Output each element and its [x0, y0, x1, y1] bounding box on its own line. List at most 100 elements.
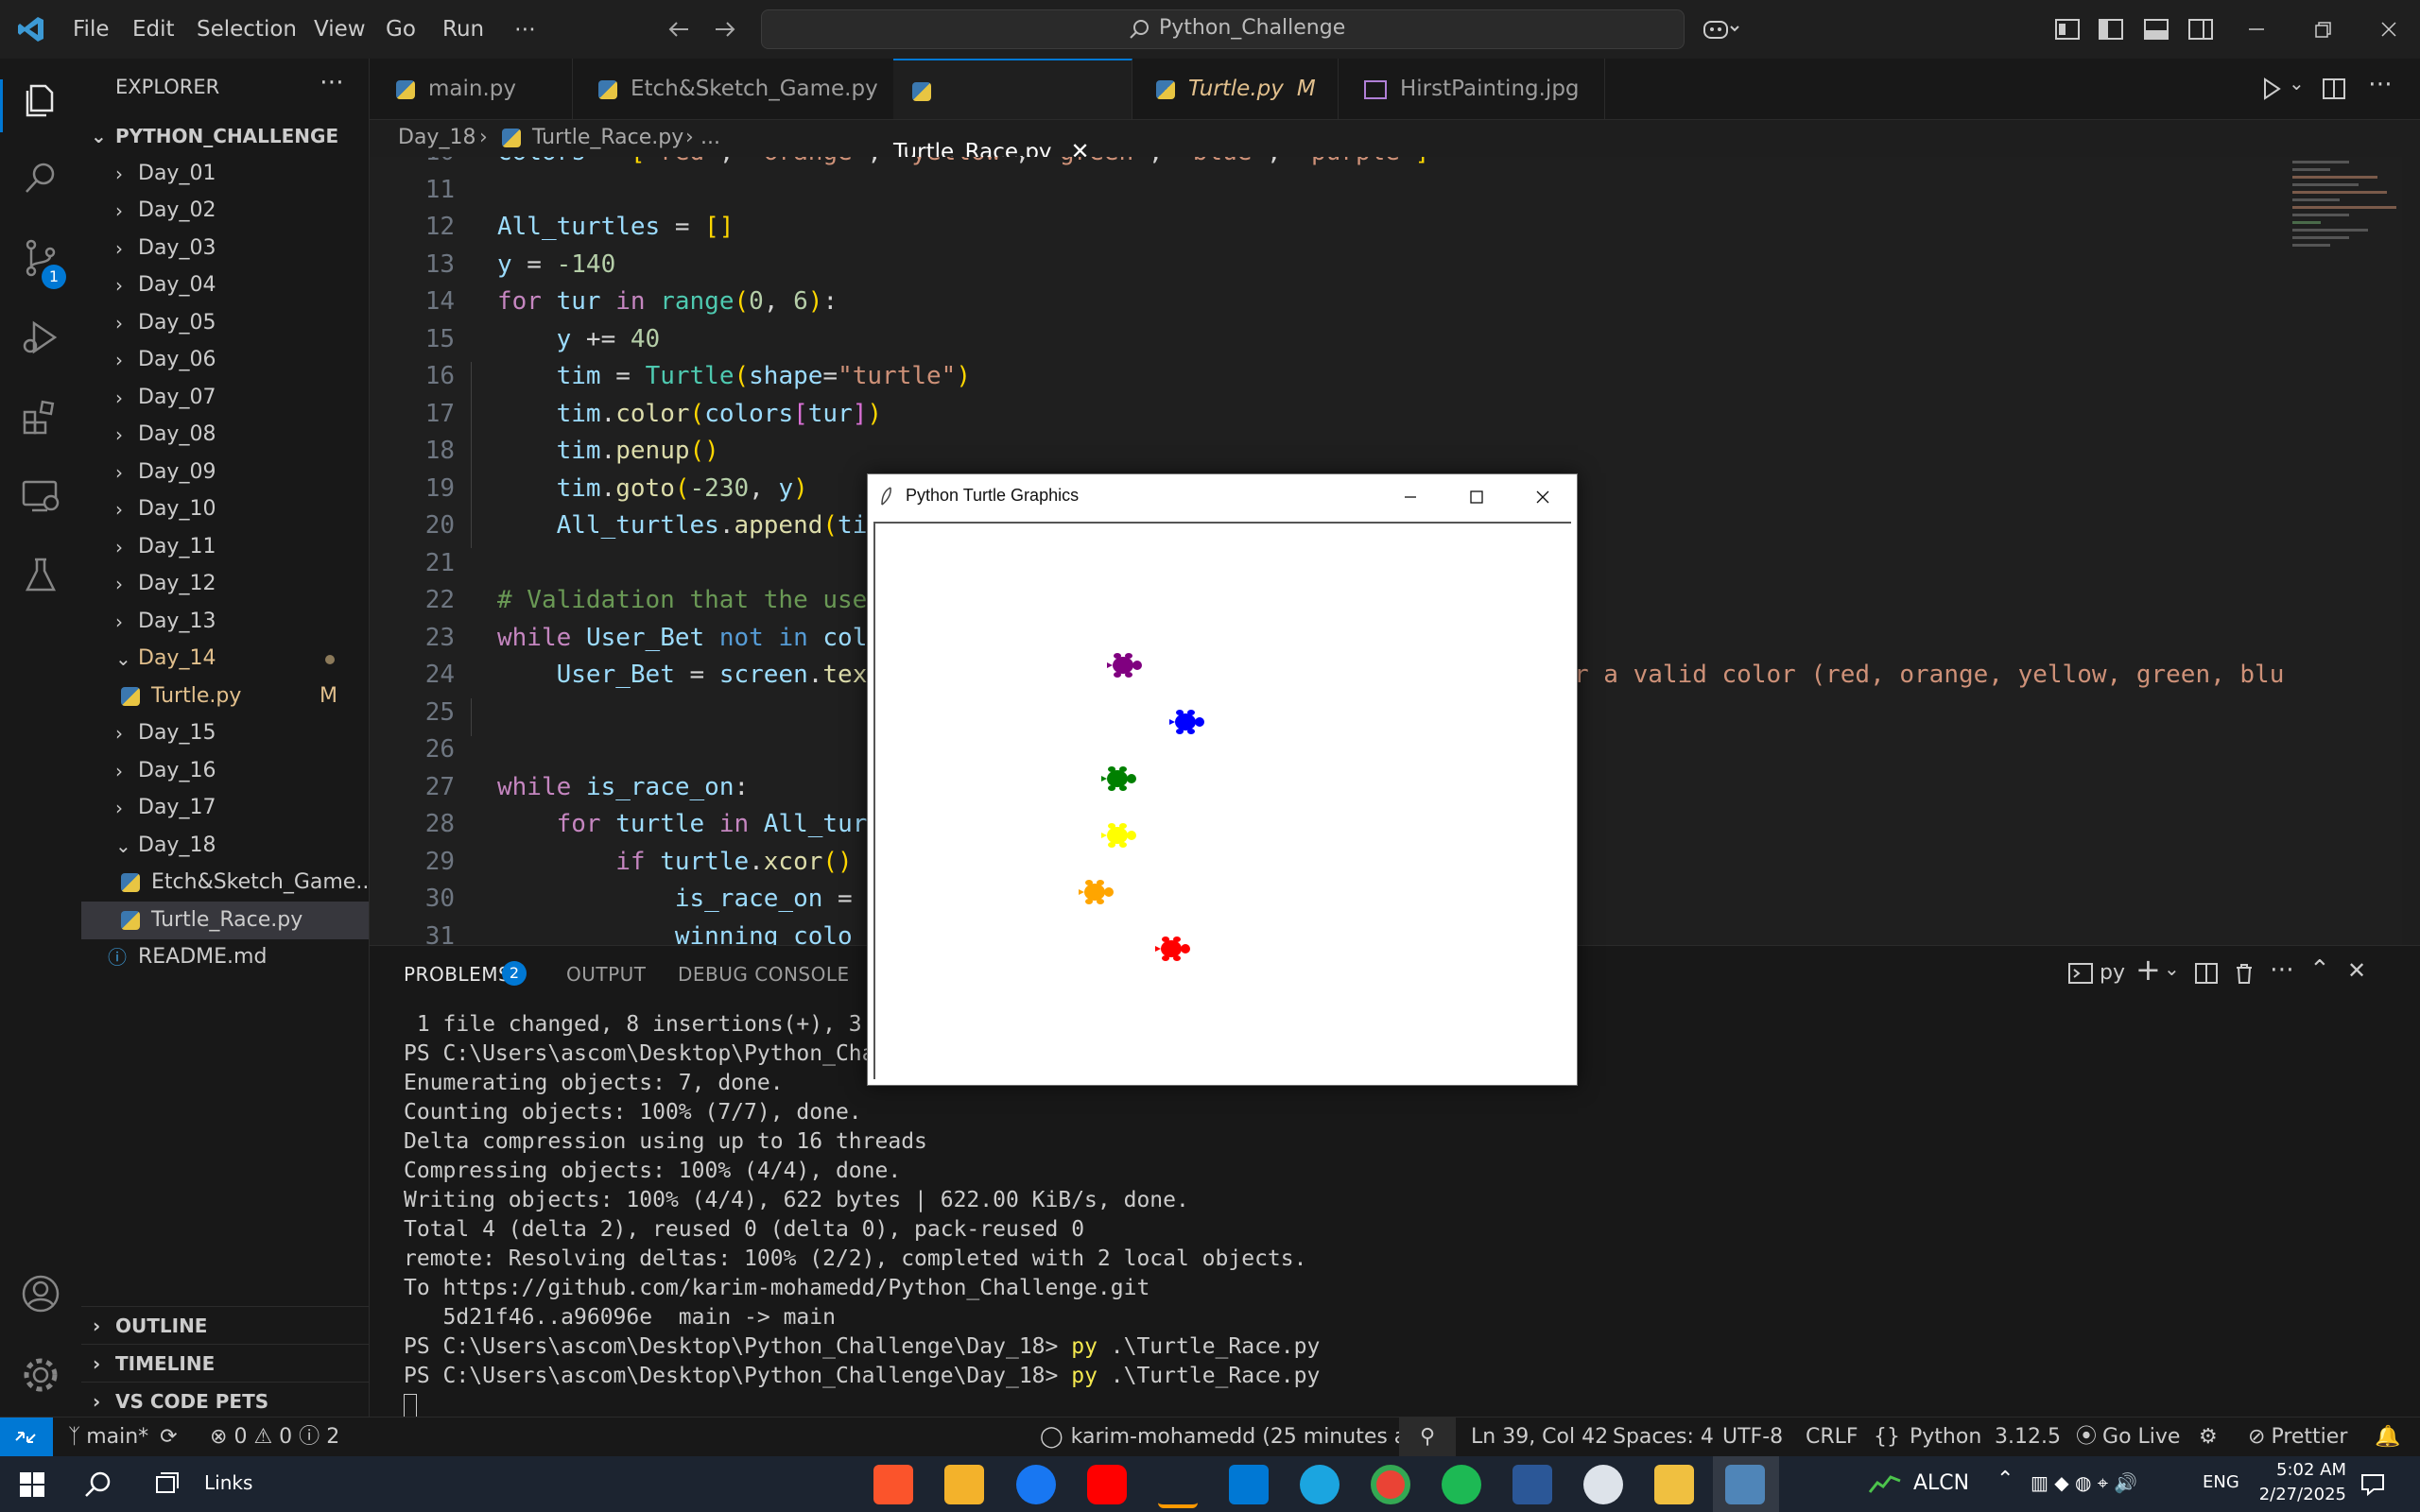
timeline-section[interactable]: › TIMELINE	[81, 1344, 369, 1383]
menu-selection[interactable]: Selection	[197, 0, 297, 59]
taskbar-search-icon[interactable]	[83, 1469, 113, 1500]
menu-more[interactable]: ⋯	[514, 0, 536, 59]
minimap[interactable]	[2289, 157, 2402, 945]
tab-turtle-py[interactable]: Turtle.py M	[1132, 59, 1339, 119]
facebook-icon[interactable]	[1016, 1465, 1056, 1504]
terminal-cursor[interactable]	[404, 1394, 417, 1418]
run-debug-icon[interactable]	[19, 316, 62, 359]
command-center-search[interactable]: Python_Challenge	[761, 9, 1685, 49]
outline-section[interactable]: › OUTLINE	[81, 1306, 369, 1345]
breadcrumb-file[interactable]: Turtle_Race.py	[532, 119, 683, 157]
close-window-icon[interactable]	[2375, 15, 2403, 43]
panel-more-icon[interactable]: ⋯	[2270, 955, 2294, 984]
folder-day-05[interactable]: › Day_05	[81, 304, 369, 342]
extensions-icon[interactable]	[19, 395, 62, 438]
language-mode[interactable]: {} Python	[1874, 1418, 1981, 1457]
terminal-shell-label[interactable]: py	[2100, 961, 2125, 985]
python-version[interactable]: 3.12.5	[1995, 1418, 2061, 1457]
trash-icon[interactable]	[2232, 961, 2256, 986]
turtle-window-titlebar[interactable]: Python Turtle Graphics	[868, 474, 1577, 520]
copilot-icon[interactable]	[1702, 15, 1739, 43]
tab-output[interactable]: OUTPUT	[566, 963, 647, 986]
folder-day-09[interactable]: › Day_09	[81, 454, 369, 491]
close-panel-icon[interactable]: ✕	[2347, 957, 2366, 984]
restore-icon[interactable]	[2308, 15, 2337, 43]
windows-start-icon[interactable]	[19, 1471, 45, 1498]
tab-problems[interactable]: PROBLEMS	[404, 963, 510, 986]
folder-day-17[interactable]: › Day_17	[81, 789, 369, 827]
tab-debug-console[interactable]: DEBUG CONSOLE	[678, 963, 850, 986]
clock-time[interactable]: 5:02 AM	[2252, 1460, 2346, 1480]
prettier-status[interactable]: ⊘ Prettier	[2248, 1418, 2347, 1457]
maximize-panel-chevron-icon[interactable]: ⌃	[2309, 955, 2330, 984]
git-branch[interactable]: ᛉ main* ⟳	[68, 1418, 178, 1457]
new-terminal-plus-icon[interactable]: +	[2135, 952, 2161, 988]
forward-arrow-icon[interactable]	[711, 15, 739, 43]
microsoft-store-icon[interactable]	[944, 1465, 984, 1504]
go-live[interactable]: ⦿ Go Live	[2076, 1418, 2180, 1457]
toggle-panel-icon[interactable]	[2142, 15, 2170, 43]
folder-day-07[interactable]: › Day_07	[81, 379, 369, 417]
file-explorer-icon[interactable]	[1654, 1465, 1694, 1504]
zoom-search-icon[interactable]: ⚲	[1399, 1418, 1456, 1457]
notification-center-icon[interactable]	[2360, 1471, 2386, 1498]
folder-day-18[interactable]: ⌄ Day_18	[81, 827, 369, 865]
input-language[interactable]: ENG	[2203, 1472, 2239, 1492]
app-icon[interactable]	[1583, 1465, 1623, 1504]
folder-day-11[interactable]: › Day_11	[81, 528, 369, 566]
folder-day-10[interactable]: › Day_10	[81, 490, 369, 528]
breadcrumb-folder[interactable]: Day_18	[398, 119, 475, 157]
toggle-secondary-sidebar-icon[interactable]	[2187, 15, 2215, 43]
youtube-icon[interactable]	[1087, 1465, 1127, 1504]
breadcrumb-symbol[interactable]: ...	[700, 119, 720, 157]
minimize-icon[interactable]	[2242, 15, 2271, 43]
tab-main-py[interactable]: main.py	[370, 59, 573, 119]
git-blame[interactable]: ◯ karim-mohamedd (25 minutes ago)	[1040, 1418, 1441, 1457]
vscode-taskbar-icon[interactable]	[1229, 1465, 1269, 1504]
back-arrow-icon[interactable]	[665, 15, 693, 43]
account-icon[interactable]	[19, 1272, 62, 1315]
close-window-icon[interactable]	[1530, 484, 1556, 510]
search-icon[interactable]	[19, 157, 62, 200]
folder-day-02[interactable]: › Day_02	[81, 192, 369, 230]
folder-day-03[interactable]: › Day_03	[81, 230, 369, 267]
menu-view[interactable]: View	[314, 0, 366, 59]
terminal-dropdown-chevron-icon[interactable]: ⌄	[2164, 957, 2180, 980]
links-toolbar[interactable]: Links	[204, 1471, 252, 1494]
turtle-canvas[interactable]	[873, 522, 1571, 1079]
copilot-status-icon[interactable]: ⚙	[2199, 1418, 2218, 1457]
folder-day-14[interactable]: ⌄ Day_14	[81, 640, 369, 678]
folder-day-15[interactable]: › Day_15	[81, 714, 369, 752]
split-editor-icon[interactable]	[2321, 76, 2347, 102]
menu-file[interactable]: File	[73, 0, 110, 59]
customize-layout-icon[interactable]	[2053, 15, 2082, 43]
clock-date[interactable]: 2/27/2025	[2242, 1485, 2346, 1504]
run-python-file-icon[interactable]	[2258, 76, 2285, 102]
cursor-position[interactable]: Ln 39, Col 42	[1471, 1418, 1608, 1457]
file-readme[interactable]: ⓘ README.md	[81, 938, 369, 976]
maximize-icon[interactable]	[1463, 484, 1490, 510]
problems-status[interactable]: ⊗ 0 ⚠ 0 ⓘ 2	[210, 1418, 339, 1457]
menu-go[interactable]: Go	[386, 0, 416, 59]
folder-day-04[interactable]: › Day_04	[81, 266, 369, 304]
run-dropdown-chevron-icon[interactable]: ⌄	[2289, 72, 2305, 94]
minimize-icon[interactable]	[1397, 484, 1424, 510]
split-terminal-icon[interactable]	[2194, 961, 2219, 986]
edge-icon[interactable]	[1300, 1465, 1340, 1504]
folder-day-12[interactable]: › Day_12	[81, 565, 369, 603]
indentation[interactable]: Spaces: 4	[1613, 1418, 1714, 1457]
file-etch-sketch-game[interactable]: Etch&Sketch_Game....	[81, 864, 369, 902]
remote-explorer-icon[interactable]	[19, 474, 62, 518]
editor-more-icon[interactable]: ⋯	[2368, 70, 2393, 98]
settings-gear-icon[interactable]	[19, 1353, 62, 1397]
task-view-icon[interactable]	[153, 1471, 180, 1498]
file-turtle-py[interactable]: Turtle.py M	[81, 678, 369, 715]
workspace-root[interactable]: ⌄ PYTHON_CHALLENGE	[81, 117, 369, 155]
explorer-icon[interactable]	[19, 77, 62, 121]
amazon-icon[interactable]	[1158, 1465, 1198, 1508]
encoding[interactable]: UTF-8	[1722, 1418, 1783, 1457]
vscode-pets-section[interactable]: › VS CODE PETS	[81, 1382, 369, 1420]
remote-desktop-icon[interactable]	[1512, 1465, 1552, 1504]
stock-ticker[interactable]: ALCN	[1913, 1471, 1969, 1495]
notifications-bell-icon[interactable]: 🔔	[2375, 1418, 2400, 1457]
